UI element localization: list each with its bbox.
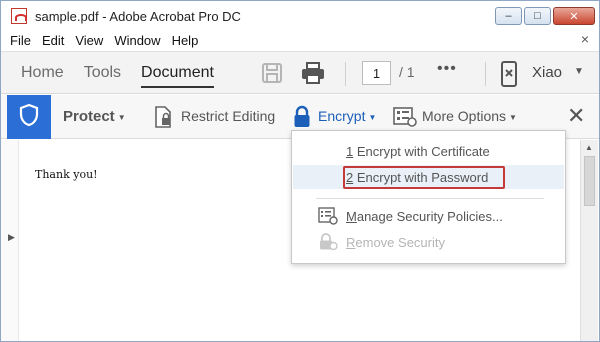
remove-security-icon: [318, 233, 338, 254]
menu-help[interactable]: Help: [172, 33, 199, 48]
protect-label: Protect: [63, 108, 115, 125]
page-number-input[interactable]: 1: [362, 61, 391, 85]
title-bar: sample.pdf - Adobe Acrobat Pro DC – □ ✕: [1, 1, 599, 31]
menu-separator: [316, 198, 544, 199]
restrict-editing-button[interactable]: Restrict Editing: [181, 108, 275, 124]
user-menu-caret[interactable]: ▼: [574, 66, 584, 77]
tab-home[interactable]: Home: [21, 64, 64, 82]
more-options-icon: [393, 106, 417, 133]
menu-item-remove-security: Remove Security: [293, 230, 564, 254]
menu-file[interactable]: File: [10, 33, 31, 48]
more-options-caret-icon: ▼: [509, 112, 517, 122]
menu-item-label: Encrypt with Certificate: [353, 143, 490, 159]
close-document-button[interactable]: ×: [581, 31, 589, 47]
toolbar-separator: [485, 62, 486, 86]
menu-accelerator: M: [346, 208, 357, 224]
close-window-button[interactable]: ✕: [553, 7, 595, 25]
vertical-scrollbar[interactable]: ▲: [580, 140, 598, 341]
acrobat-pdf-icon: [11, 8, 27, 24]
document-text: Thank you!: [35, 168, 98, 181]
close-protect-tool-button[interactable]: ✕: [567, 103, 585, 129]
main-toolbar: Home Tools Document 1 / 1 ••• Xiao ▼: [1, 51, 599, 94]
maximize-button[interactable]: □: [524, 7, 551, 25]
security-policies-icon: [318, 207, 338, 228]
menu-bar: File Edit View Window Help ×: [1, 31, 599, 49]
print-icon[interactable]: [300, 61, 326, 90]
mobile-link-icon[interactable]: [500, 61, 518, 92]
menu-item-label: anage Security Policies...: [356, 208, 503, 224]
encrypt-caret-icon: ▼: [368, 112, 377, 122]
protect-tool-icon-box: [7, 95, 51, 139]
save-icon[interactable]: [261, 62, 283, 89]
minimize-button[interactable]: –: [495, 7, 522, 25]
scroll-up-arrow-icon[interactable]: ▲: [585, 143, 593, 152]
window-controls: – □ ✕: [495, 7, 595, 25]
more-options-label: More Options: [422, 108, 507, 124]
restrict-editing-icon: [153, 105, 173, 134]
more-tools-button[interactable]: •••: [437, 60, 457, 78]
encrypt-menu-button[interactable]: Encrypt ▼: [318, 108, 376, 124]
tab-document[interactable]: Document: [141, 51, 214, 94]
scroll-thumb[interactable]: [584, 156, 595, 206]
app-window: sample.pdf - Adobe Acrobat Pro DC – □ ✕ …: [0, 0, 600, 342]
more-options-button[interactable]: More Options ▼: [422, 108, 517, 124]
menu-edit[interactable]: Edit: [42, 33, 64, 48]
menu-item-encrypt-password[interactable]: 2 Encrypt with Password: [293, 165, 564, 189]
menu-accelerator: R: [346, 234, 356, 250]
encrypt-label: Encrypt: [318, 108, 366, 124]
page-total: / 1: [399, 64, 415, 80]
expand-left-panel-icon[interactable]: ▶: [8, 232, 15, 243]
menu-view[interactable]: View: [75, 33, 103, 48]
user-account-name[interactable]: Xiao: [532, 64, 562, 81]
toolbar-separator: [345, 62, 346, 86]
menu-item-label: emove Security: [355, 234, 445, 250]
menu-item-manage-security-policies[interactable]: Manage Security Policies...: [293, 204, 564, 228]
menu-item-encrypt-certificate[interactable]: 1 Encrypt with Certificate: [293, 139, 564, 163]
shield-icon: [19, 103, 39, 132]
protect-menu-button[interactable]: Protect ▼: [63, 108, 126, 125]
tab-tools[interactable]: Tools: [84, 64, 121, 82]
highlight-box: [343, 166, 505, 189]
protect-caret-icon: ▼: [117, 112, 126, 122]
menu-window[interactable]: Window: [114, 33, 160, 48]
encrypt-dropdown-menu: 1 Encrypt with Certificate 2 Encrypt wit…: [291, 130, 566, 264]
window-title: sample.pdf - Adobe Acrobat Pro DC: [35, 8, 241, 24]
left-panel-toggle[interactable]: ▶: [1, 140, 19, 341]
